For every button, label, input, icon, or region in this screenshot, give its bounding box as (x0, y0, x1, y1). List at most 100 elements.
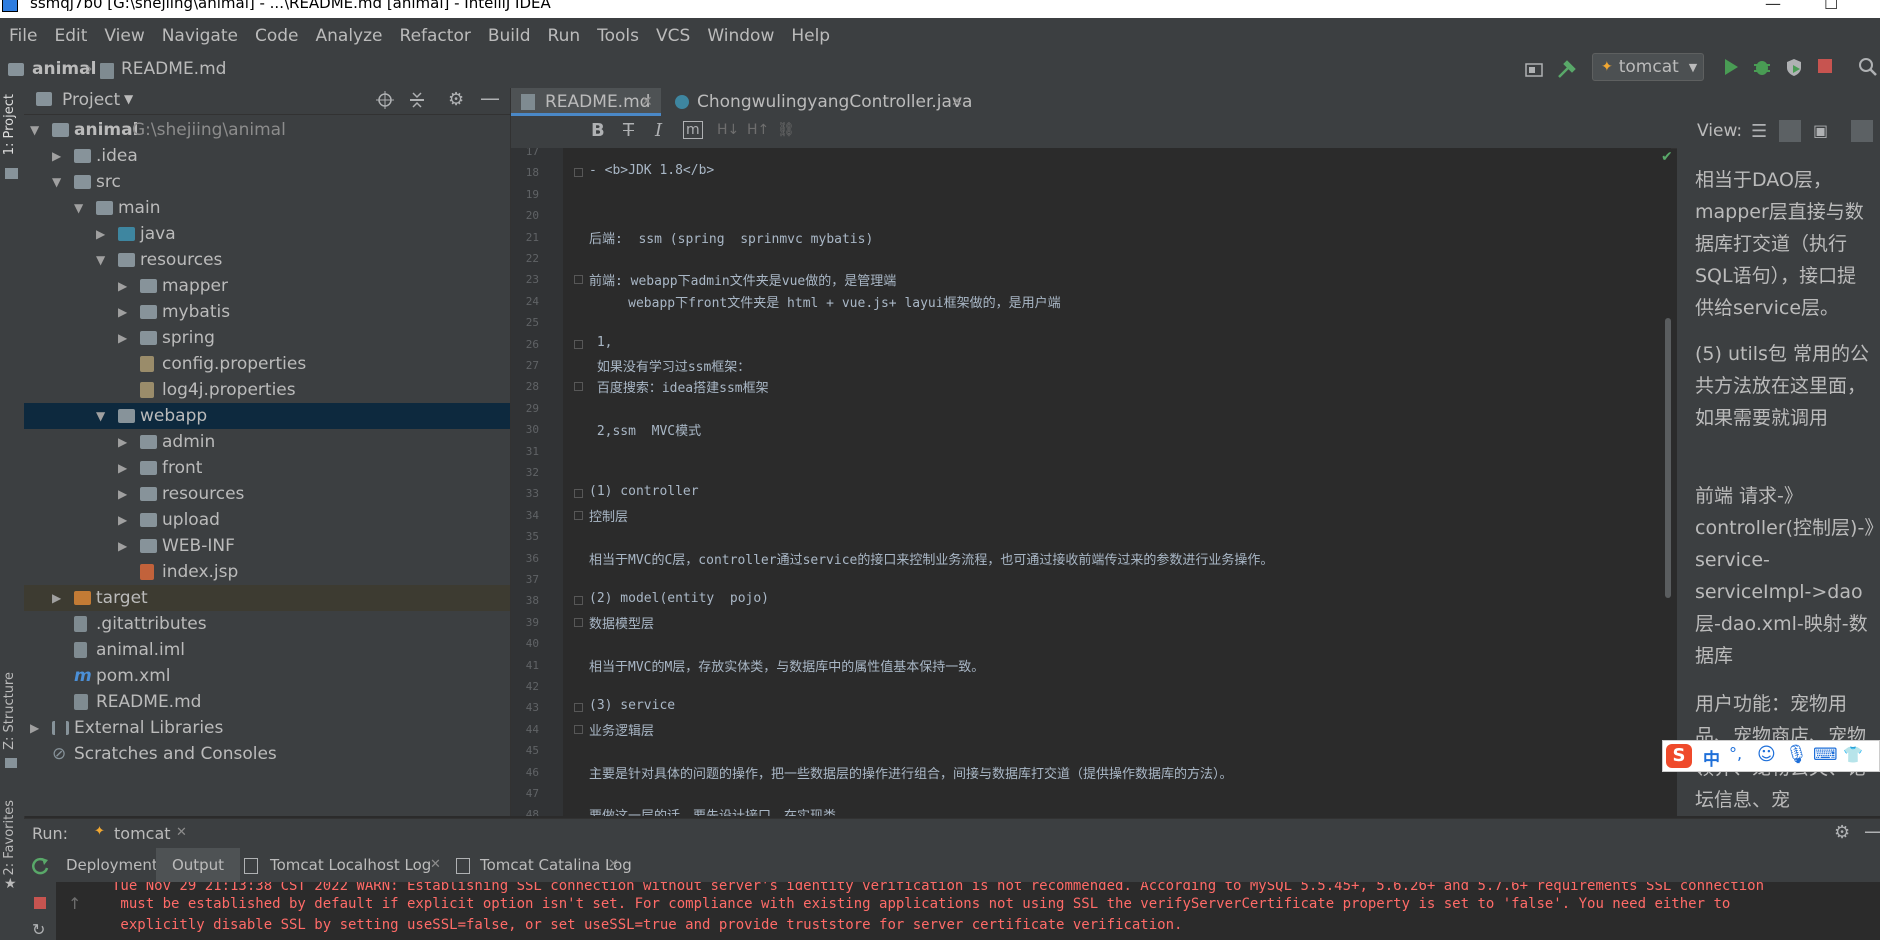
tree-item[interactable]: ⊘ Scratches and Consoles (24, 741, 510, 767)
fold-marker-icon[interactable] (574, 339, 583, 349)
tree-item[interactable]: .gitattributes (24, 611, 510, 637)
tree-item[interactable]: ▶ java (24, 221, 510, 247)
chevron-right-icon[interactable]: ▶ (118, 455, 130, 481)
tree-item[interactable]: config.properties (24, 351, 510, 377)
tree-item-selected[interactable]: ▼ webapp (24, 403, 510, 429)
chevron-right-icon[interactable]: ▶ (52, 585, 64, 611)
run-config-tab[interactable]: tomcat (114, 824, 171, 843)
tree-item[interactable]: m pom.xml (24, 663, 510, 689)
fold-marker-icon[interactable] (574, 510, 583, 520)
fold-marker-icon[interactable] (574, 724, 583, 734)
search-icon[interactable] (1858, 57, 1878, 77)
stop-icon[interactable] (34, 897, 46, 909)
tree-item[interactable]: ▼ main (24, 195, 510, 221)
tree-item-root[interactable]: ▼ animal G:\shejiing\animal (24, 117, 510, 143)
menu-file[interactable]: File (1, 26, 45, 46)
ime-lang-toggle[interactable]: 中 (1703, 745, 1720, 770)
menu-tools[interactable]: Tools (589, 26, 647, 46)
minimize-icon[interactable]: — (1765, 0, 1781, 13)
chevron-down-icon[interactable]: ▼ (52, 169, 64, 195)
menu-build[interactable]: Build (480, 26, 539, 46)
split-view-icon[interactable] (1779, 120, 1801, 142)
chevron-right-icon[interactable]: ▶ (118, 273, 130, 299)
chevron-right-icon[interactable]: ▶ (118, 481, 130, 507)
tab-structure[interactable]: Z: Structure (2, 672, 17, 750)
chevron-down-icon[interactable]: ▼ (30, 117, 42, 143)
header-up-icon[interactable]: H↑ (747, 122, 769, 138)
punctuation-icon[interactable]: °, (1729, 744, 1742, 763)
tab-readme[interactable]: README.md ✕ (511, 88, 661, 116)
tab-deployment[interactable]: Deployment (66, 848, 158, 882)
tab-controller[interactable]: ChongwulingyangController.java ✕ (669, 88, 972, 116)
microphone-icon[interactable]: 🎙 (1785, 744, 1808, 765)
menu-edit[interactable]: Edit (46, 26, 95, 46)
breadcrumb-file[interactable]: README.md (121, 59, 226, 79)
close-icon[interactable]: ✕ (951, 88, 963, 116)
tab-project[interactable]: 1: Project (2, 94, 17, 155)
chevron-right-icon[interactable]: ▶ (118, 533, 130, 559)
chevron-right-icon[interactable]: ▶ (118, 507, 130, 533)
menu-view[interactable]: View (96, 26, 152, 46)
code-span-icon[interactable]: m (683, 121, 703, 139)
menu-vcs[interactable]: VCS (648, 26, 698, 46)
chevron-right-icon[interactable]: ▶ (118, 325, 130, 351)
markdown-preview[interactable]: 相当于DAO层，mapper层直接与数据库打交道（执行SQL语句），接口提供给s… (1677, 148, 1880, 816)
redeploy-icon[interactable]: ↻ (32, 920, 45, 939)
close-icon[interactable]: ✕ (641, 88, 653, 116)
chevron-down-icon[interactable]: ▼ (74, 195, 86, 221)
tree-item[interactable]: animal.iml (24, 637, 510, 663)
tree-item[interactable]: ▼ resources (24, 247, 510, 273)
chevron-down-icon[interactable]: ▼ (96, 247, 108, 273)
chevron-right-icon[interactable]: ▶ (118, 299, 130, 325)
menu-help[interactable]: Help (783, 26, 838, 46)
header-down-icon[interactable]: H↓ (717, 122, 739, 138)
tree-item[interactable]: README.md (24, 689, 510, 715)
chevron-down-icon[interactable]: ▼ (96, 403, 108, 429)
keyboard-icon[interactable]: ⌨ (1813, 745, 1838, 765)
coverage-icon[interactable] (1784, 57, 1804, 77)
tree-item[interactable]: ▶ upload (24, 507, 510, 533)
tab-output[interactable]: Output (156, 848, 240, 882)
scroll-up-icon[interactable]: ↑ (68, 894, 81, 913)
tree-item[interactable]: ▶ mybatis (24, 299, 510, 325)
fold-marker-icon[interactable] (574, 382, 583, 392)
maximize-icon[interactable]: ☐ (1824, 0, 1838, 13)
rerun-icon[interactable] (24, 848, 56, 882)
chevron-right-icon[interactable]: ▶ (52, 143, 64, 169)
chevron-right-icon[interactable]: ▶ (30, 715, 42, 741)
debug-icon[interactable] (1752, 57, 1772, 77)
locate-icon[interactable] (376, 91, 394, 109)
tree-item[interactable]: ▶ spring (24, 325, 510, 351)
strikethrough-icon[interactable]: T (623, 120, 634, 141)
run-icon[interactable] (1722, 57, 1740, 77)
editor-only-icon[interactable]: ☰ (1751, 121, 1767, 142)
menu-analyze[interactable]: Analyze (308, 26, 391, 46)
minimize-panel-icon[interactable]: — (480, 86, 500, 110)
stop-icon[interactable] (1818, 59, 1832, 73)
gear-icon[interactable]: ⚙ (1834, 822, 1850, 843)
code-editor[interactable]: 17 18 19 20 21 22 23 24 25 26 27 28 29 30 31 32 33 34 35 36… (511, 148, 1671, 816)
menu-refactor[interactable]: Refactor (392, 26, 479, 46)
close-icon[interactable]: ✕ (176, 825, 187, 840)
emoji-icon[interactable]: ☺ (1757, 744, 1776, 765)
tree-item[interactable]: index.jsp (24, 559, 510, 585)
fold-marker-icon[interactable] (574, 596, 583, 606)
collapse-all-icon[interactable] (408, 91, 426, 109)
tree-item[interactable]: ▶ target (24, 585, 510, 611)
build-hammer-icon[interactable] (1556, 60, 1576, 80)
tree-item[interactable]: ▼ src (24, 169, 510, 195)
tree-item[interactable]: ▶ admin (24, 429, 510, 455)
tree-item[interactable]: ▶ External Libraries (24, 715, 510, 741)
chevron-down-icon[interactable]: ▼ (124, 92, 133, 106)
italic-icon[interactable]: I (655, 120, 662, 141)
menu-navigate[interactable]: Navigate (154, 26, 246, 46)
chevron-right-icon[interactable]: ▶ (96, 221, 108, 247)
chevron-right-icon[interactable]: ▶ (118, 429, 130, 455)
fold-marker-icon[interactable] (574, 489, 583, 499)
menu-run[interactable]: Run (540, 26, 589, 46)
layout-toggle-icon[interactable] (1851, 120, 1873, 142)
skin-icon[interactable]: 👕 (1843, 745, 1863, 764)
minimize-panel-icon[interactable]: — (1864, 819, 1880, 843)
bold-icon[interactable]: B (591, 120, 605, 141)
toggle-panel-icon[interactable] (1524, 61, 1544, 79)
